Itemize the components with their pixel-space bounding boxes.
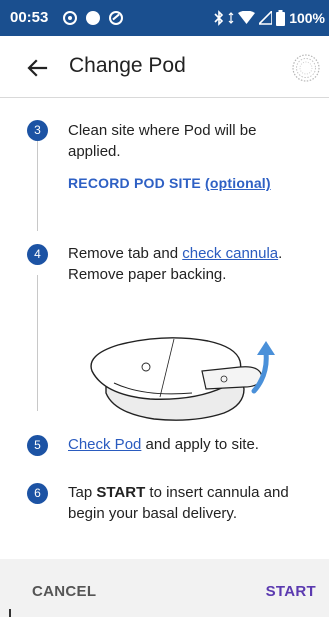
do-not-disturb-icon [109,11,123,25]
battery-icon [276,10,286,26]
check-cannula-link[interactable]: check cannula [182,245,278,262]
step-connector [37,275,38,411]
step-number-badge: 6 [27,483,48,504]
record-pod-site-link[interactable]: RECORD POD SITE (optional) [68,175,271,191]
status-time: 00:53 [10,9,49,26]
pod-illustration [90,337,275,421]
status-left-icons [63,9,123,27]
steps-list: 3 Clean site where Pod will be applied. … [0,99,329,559]
status-right-icons: 100% [214,9,325,27]
step-number-badge: 5 [27,435,48,456]
footer-action-bar: CANCEL START [0,559,329,617]
status-bar: 00:53 100% [0,0,329,36]
page-title: Change Pod [69,54,186,77]
cancel-button[interactable]: CANCEL [32,583,96,600]
pod-icon [292,54,320,82]
step-5-text: Check Pod and apply to site. [68,436,259,453]
check-pod-link[interactable]: Check Pod [68,436,141,453]
radio-button-icon [63,11,77,25]
record-pod-site-label: RECORD POD SITE [68,175,201,191]
bluetooth-icon [214,10,224,26]
battery-percent: 100% [289,10,325,26]
step-connector [37,141,38,231]
arrow-back-icon[interactable] [24,54,52,82]
cellular-signal-icon [259,11,273,25]
footer-edge-divider [9,609,11,617]
step-6-text: Tap START to insert cannula and begin yo… [68,484,289,522]
step-4-text: Remove tab and check cannula. Remove pap… [68,245,283,283]
app-header: Change Pod [0,36,329,98]
step-number-badge: 4 [27,244,48,265]
wifi-icon [238,11,256,24]
step-3-text: Clean site where Pod will be applied. [68,122,257,160]
record-pod-site-optional: (optional) [205,175,271,191]
circle-icon [86,11,100,25]
start-button[interactable]: START [266,583,316,600]
step-number-badge: 3 [27,120,48,141]
data-arrows-icon [228,12,234,24]
